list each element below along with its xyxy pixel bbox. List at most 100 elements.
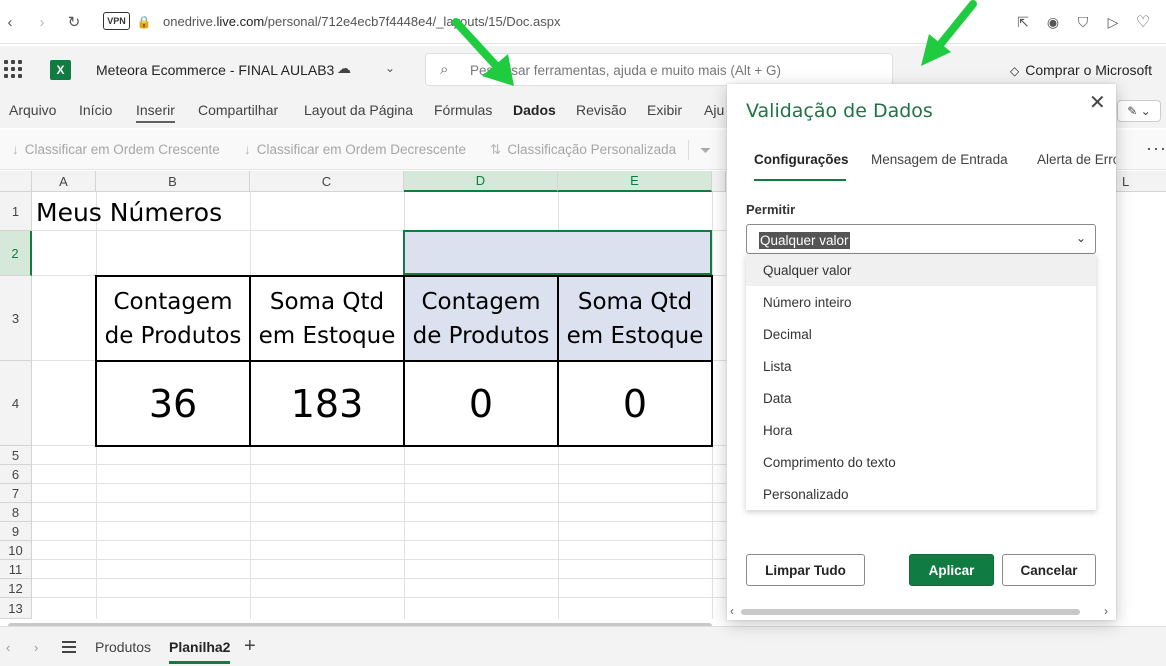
heart-icon[interactable]: ♡ — [1133, 12, 1153, 32]
cell-c4[interactable]: 183 — [249, 360, 405, 447]
tab-configuracoes[interactable]: Configurações — [754, 152, 849, 167]
cell-e4[interactable]: 0 — [557, 360, 713, 447]
cell-d3[interactable]: Contagem de Produtos — [403, 275, 559, 362]
chevron-down-icon: ⌄ — [1076, 231, 1087, 245]
document-title[interactable]: Meteora Ecommerce - FINAL AULAB3 — [96, 62, 334, 78]
spreadsheet-grid[interactable]: A B C D E 1 2 3 4 5 6 7 8 9 10 11 12 13 … — [0, 171, 726, 619]
active-tab-indicator — [754, 179, 846, 181]
custom-sort-label: Classificação Personalizada — [507, 142, 677, 157]
editing-mode-button[interactable]: ✎ ⌄ — [1117, 100, 1161, 122]
close-icon[interactable]: ✕ — [1089, 90, 1106, 115]
cell-b3[interactable]: Contagem de Produtos — [95, 275, 251, 362]
row-header-1[interactable]: 1 — [0, 192, 32, 231]
row-header-3[interactable]: 3 — [0, 276, 32, 361]
scroll-left-icon[interactable]: ‹ — [730, 604, 734, 618]
tab-inserir[interactable]: Inserir — [136, 102, 175, 123]
sort-ascending-button[interactable]: ↓ Classificar em Ordem Crescente — [12, 142, 220, 157]
column-header-e[interactable]: E — [558, 171, 712, 192]
more-options-button[interactable]: ··· — [1146, 138, 1166, 159]
sort-descending-label: Classificar em Ordem Decrescente — [256, 142, 467, 157]
cell-c3[interactable]: Soma Qtd em Estoque — [249, 275, 405, 362]
sheet-tab-produtos[interactable]: Produtos — [95, 639, 151, 655]
tab-arquivo[interactable]: Arquivo — [9, 102, 56, 118]
option-hora[interactable]: Hora — [746, 414, 1096, 446]
chevron-down-icon[interactable]: ⌄ — [385, 61, 395, 75]
tab-ajuda[interactable]: Aju — [704, 102, 724, 118]
scroll-right-icon[interactable]: › — [1104, 604, 1108, 618]
option-decimal[interactable]: Decimal — [746, 318, 1096, 350]
column-header-l[interactable]: L — [1122, 174, 1129, 189]
buy-microsoft-link[interactable]: ◇ Comprar o Microsoft — [1010, 62, 1152, 78]
forward-icon[interactable]: › — [32, 12, 52, 32]
row-header-4[interactable]: 4 — [0, 361, 32, 446]
row-header-12[interactable]: 12 — [0, 579, 32, 598]
tab-inicio[interactable]: Início — [79, 102, 112, 118]
column-header-d[interactable]: D — [404, 171, 558, 192]
option-lista[interactable]: Lista — [746, 350, 1096, 382]
column-header-b[interactable]: B — [96, 171, 250, 192]
cell-d4[interactable]: 0 — [403, 360, 559, 447]
row-header-7[interactable]: 7 — [0, 484, 32, 503]
address-bar[interactable]: onedrive.live.com/personal/712e4ecb7f444… — [163, 14, 561, 29]
option-data[interactable]: Data — [746, 382, 1096, 414]
apply-button[interactable]: Aplicar — [909, 554, 994, 586]
chevron-down-icon: ⌄ — [1140, 104, 1151, 118]
next-sheet-icon[interactable]: › — [34, 640, 38, 655]
clear-all-button[interactable]: Limpar Tudo — [746, 554, 865, 586]
tab-exibir[interactable]: Exibir — [647, 102, 682, 118]
row-header-2[interactable]: 2 — [0, 231, 32, 276]
cell-e3[interactable]: Soma Qtd em Estoque — [557, 275, 713, 362]
option-personalizado[interactable]: Personalizado — [746, 478, 1096, 510]
row-header-11[interactable]: 11 — [0, 560, 32, 579]
reload-icon[interactable]: ↻ — [64, 12, 84, 32]
custom-sort-button[interactable]: ⇅ Classificação Personalizada — [490, 142, 676, 158]
sheet-tab-planilha2[interactable]: Planilha2 — [169, 639, 231, 664]
lock-icon[interactable]: 🔒 — [134, 12, 154, 32]
grid-line — [32, 578, 726, 579]
cancel-button[interactable]: Cancelar — [1002, 554, 1096, 586]
shield-icon[interactable]: ⛉ — [1073, 12, 1093, 32]
all-sheets-menu-icon[interactable] — [62, 641, 76, 653]
tab-mensagem-de-entrada[interactable]: Mensagem de Entrada — [871, 152, 1008, 167]
vpn-badge[interactable]: VPN — [103, 12, 130, 30]
option-comprimento-do-texto[interactable]: Comprimento do texto — [746, 446, 1096, 478]
share-icon[interactable]: ⇱ — [1013, 12, 1033, 32]
row-header-9[interactable]: 9 — [0, 522, 32, 541]
url-path: /personal/712e4ecb7f4448e4/_layouts/15/D… — [264, 14, 561, 29]
row-header-13[interactable]: 13 — [0, 598, 32, 619]
tab-dados[interactable]: Dados — [513, 102, 556, 118]
app-launcher-icon[interactable] — [4, 60, 22, 78]
tab-layout-da-pagina[interactable]: Layout da Página — [304, 102, 413, 118]
add-sheet-icon[interactable]: + — [244, 635, 256, 658]
tab-compartilhar[interactable]: Compartilhar — [198, 102, 278, 118]
grid-line — [32, 597, 726, 598]
panel-horizontal-scrollbar[interactable] — [741, 609, 1080, 615]
allow-dropdown[interactable]: Qualquer valor ⌄ — [746, 224, 1096, 254]
row-header-10[interactable]: 10 — [0, 541, 32, 560]
sort-ascending-icon: ↓ — [12, 142, 19, 157]
back-icon[interactable]: ‹ — [0, 12, 20, 32]
column-header-f[interactable] — [712, 171, 726, 192]
option-qualquer-valor[interactable]: Qualquer valor — [746, 254, 1096, 286]
grid-line — [32, 483, 726, 484]
sort-descending-button[interactable]: ↓ Classificar em Ordem Decrescente — [244, 142, 466, 157]
tab-alerta-de-erro[interactable]: Alerta de Erro — [1037, 152, 1116, 167]
tab-revisao[interactable]: Revisão — [576, 102, 627, 118]
option-numero-inteiro[interactable]: Número inteiro — [746, 286, 1096, 318]
row-header-6[interactable]: 6 — [0, 465, 32, 484]
column-header-c[interactable]: C — [250, 171, 404, 192]
filter-icon[interactable]: ⏷ — [700, 142, 711, 159]
cell-b4[interactable]: 36 — [95, 360, 251, 447]
search-box[interactable]: ⌕ Pesquisar ferramentas, ajuda e muito m… — [425, 53, 893, 86]
sort-ascending-label: Classificar em Ordem Crescente — [24, 142, 220, 157]
cell-a1[interactable]: Meus Números — [36, 198, 222, 227]
select-all-corner[interactable] — [0, 171, 32, 192]
send-icon[interactable]: ▷ — [1103, 12, 1123, 32]
row-header-8[interactable]: 8 — [0, 503, 32, 522]
camera-icon[interactable]: ◉ — [1043, 12, 1063, 32]
previous-sheet-icon[interactable]: ‹ — [6, 640, 10, 655]
selected-range-d2-e2[interactable] — [403, 230, 712, 275]
row-header-5[interactable]: 5 — [0, 446, 32, 465]
column-header-a[interactable]: A — [32, 171, 96, 192]
tab-formulas[interactable]: Fórmulas — [434, 102, 492, 118]
